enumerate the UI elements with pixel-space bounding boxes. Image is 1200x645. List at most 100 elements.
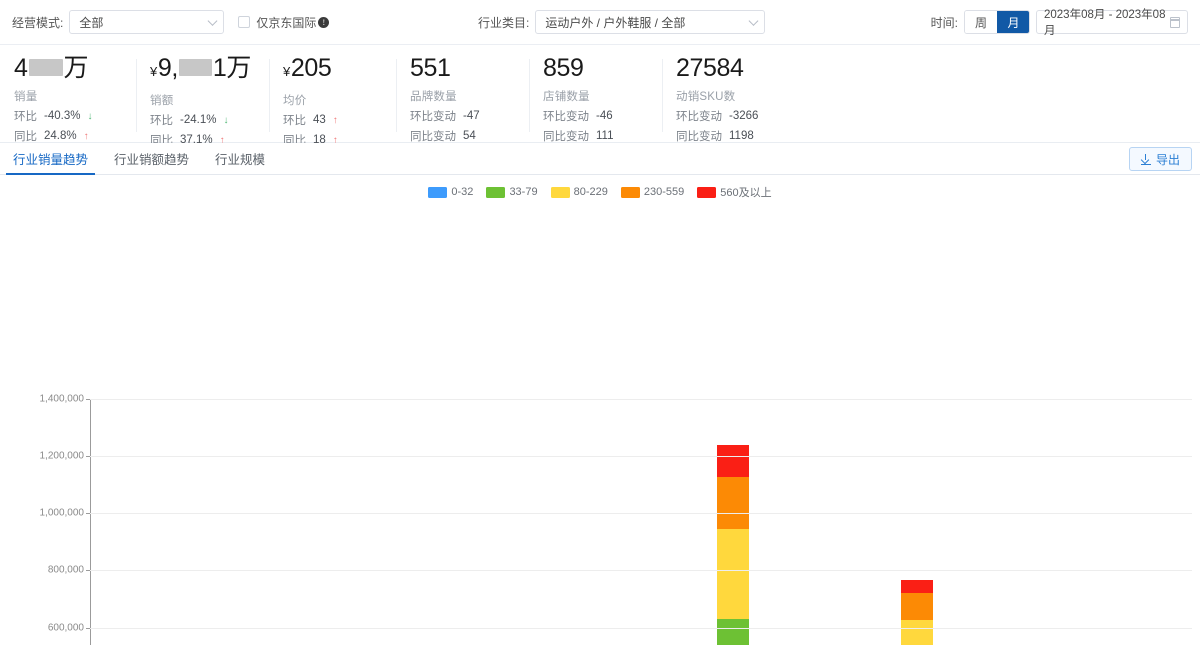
bar-segment[interactable] <box>716 528 749 619</box>
tab-industry-scale[interactable]: 行业规模 <box>202 153 278 174</box>
bar-group: 202303202304202305202306202307202308 <box>90 399 1192 645</box>
kpi-value: 859 <box>543 53 644 83</box>
kpi-compare-value: -24.1% <box>180 114 217 126</box>
arrow-up-icon: ↑ <box>332 114 338 126</box>
mode-select[interactable]: 全部 <box>69 10 225 34</box>
y-axis-tick-label: 1,200,000 <box>39 450 85 462</box>
kpi-compare-label: 环比 <box>283 115 306 127</box>
kpi-compare-value: 54 <box>463 130 476 142</box>
legend-item[interactable]: 230-559 <box>620 186 684 198</box>
bar-slot: 202308 <box>1008 399 1192 645</box>
kpi-card-average-price: ¥ 205 均价 环比 43 ↑ 同比 18 ↑ <box>269 53 396 147</box>
time-granularity-toggle[interactable]: 周 月 <box>964 10 1030 34</box>
time-option-month[interactable]: 月 <box>997 11 1029 33</box>
bar-slot: 202303 <box>90 399 274 645</box>
time-option-week[interactable]: 周 <box>965 11 997 33</box>
kpi-compare-row: 同比变动 1198 <box>676 128 794 144</box>
legend-item[interactable]: 560及以上 <box>697 184 772 200</box>
jd-international-label: 仅京东国际 ! <box>256 14 330 31</box>
category-select[interactable]: 运动户外 / 户外鞋服 / 全部 <box>535 10 766 34</box>
legend-label: 0-32 <box>451 186 474 198</box>
jd-international-text: 仅京东国际 <box>256 15 317 30</box>
redacted-value <box>178 59 212 76</box>
kpi-compare-value: -46 <box>596 110 613 122</box>
gridline <box>90 399 1192 400</box>
kpi-compare-label: 同比变动 <box>676 131 722 143</box>
kpi-compare-label: 同比 <box>14 131 37 143</box>
kpi-compare-label: 环比 <box>150 115 173 127</box>
tabs-bar: 行业销量趋势 行业销额趋势 行业规模 导出 <box>0 143 1200 175</box>
kpi-compare-label: 环比变动 <box>676 111 722 123</box>
legend-swatch <box>620 186 640 198</box>
legend-label: 80-229 <box>573 186 608 198</box>
info-icon[interactable]: ! <box>318 16 330 28</box>
bar-segment[interactable] <box>900 593 933 620</box>
legend-label: 33-79 <box>509 186 538 198</box>
stacked-bar[interactable] <box>716 444 749 645</box>
tab-industry-volume-trend[interactable]: 行业销量趋势 <box>0 153 101 175</box>
date-range-value: 2023年08月 - 2023年08月 <box>1044 9 1166 37</box>
legend-item[interactable]: 0-32 <box>428 186 473 198</box>
bar-slot: 202307 <box>825 399 1009 645</box>
y-axis-tick-mark <box>86 513 90 515</box>
category-filter-label: 行业类目: <box>478 15 530 30</box>
kpi-compare-row: 环比 -40.3% ↓ <box>14 108 118 124</box>
kpi-value: 27584 <box>676 53 794 83</box>
chevron-down-icon <box>207 16 218 26</box>
kpi-compare-label: 环比变动 <box>543 111 589 123</box>
kpi-compare-row: 同比变动 54 <box>410 128 511 144</box>
mode-select-value: 全部 <box>79 15 104 30</box>
gridline <box>90 513 1192 515</box>
y-axis-tick-label: 1,000,000 <box>39 507 85 519</box>
stacked-bar[interactable] <box>900 579 933 645</box>
time-filter-group: 时间: 周 月 2023年08月 - 2023年08月 <box>931 9 1188 37</box>
legend-item[interactable]: 80-229 <box>550 186 608 198</box>
kpi-compare-row: 环比 -24.1% ↓ <box>150 112 251 128</box>
bar-segment[interactable] <box>716 444 749 477</box>
y-axis-tick-label: 1,400,000 <box>39 393 85 405</box>
kpi-name: 销量 <box>14 91 38 103</box>
mode-filter-label: 经营模式: <box>12 15 64 30</box>
legend-item[interactable]: 33-79 <box>486 186 538 198</box>
export-button[interactable]: 导出 <box>1128 147 1192 171</box>
kpi-compare-row: 环比 43 ↑ <box>283 112 378 128</box>
download-icon <box>1140 154 1151 165</box>
bar-slot: 202305 <box>457 399 641 645</box>
chart-area: 0-3233-7980-229230-559560及以上 20230320230… <box>0 175 1200 645</box>
y-axis-tick-label: 600,000 <box>47 622 84 634</box>
date-range-picker[interactable]: 2023年08月 - 2023年08月 <box>1036 9 1188 37</box>
kpi-card-sales-volume: 4 万 销量 环比 -40.3% ↓ 同比 24.8% ↑ <box>0 53 136 144</box>
kpi-compare-value: -3266 <box>729 110 759 122</box>
kpi-compare-value: -47 <box>463 110 480 122</box>
bar-segment[interactable] <box>716 618 749 645</box>
kpi-compare-value: -40.3% <box>44 110 81 122</box>
y-axis-tick-label: 800,000 <box>47 564 84 576</box>
kpi-compare-row: 同比 24.8% ↑ <box>14 128 118 144</box>
bar-segment[interactable] <box>900 579 933 594</box>
tab-industry-amount-trend[interactable]: 行业销额趋势 <box>101 153 202 174</box>
bar-segment[interactable] <box>900 619 933 645</box>
y-axis-tick-mark <box>86 399 90 400</box>
kpi-value: 4 万 <box>14 53 118 83</box>
kpi-compare-label: 环比变动 <box>410 111 456 123</box>
legend-swatch <box>550 186 570 198</box>
kpi-value-prefix: 4 <box>14 54 28 82</box>
jd-international-checkbox[interactable]: 仅京东国际 ! <box>238 14 330 31</box>
kpi-compare-value: 111 <box>596 130 614 142</box>
legend-swatch <box>486 186 506 198</box>
redacted-value <box>28 59 63 76</box>
kpi-value: ¥ 9, 1万 <box>150 53 251 87</box>
kpi-compare-label: 环比 <box>14 111 37 123</box>
chevron-down-icon <box>748 16 759 26</box>
legend-swatch <box>697 186 717 198</box>
kpi-compare-row: 环比变动 -47 <box>410 108 511 124</box>
gridline <box>90 627 1192 629</box>
bar-segment[interactable] <box>716 476 749 529</box>
kpi-value-prefix: 9, <box>157 54 178 82</box>
kpi-compare-label: 同比变动 <box>410 131 456 143</box>
kpi-compare-value: 1198 <box>729 130 754 142</box>
arrow-down-icon: ↓ <box>87 110 93 122</box>
kpi-value-prefix: 27584 <box>676 54 744 82</box>
kpi-compare-row: 同比变动 111 <box>543 128 644 144</box>
checkbox-box[interactable] <box>238 16 251 28</box>
